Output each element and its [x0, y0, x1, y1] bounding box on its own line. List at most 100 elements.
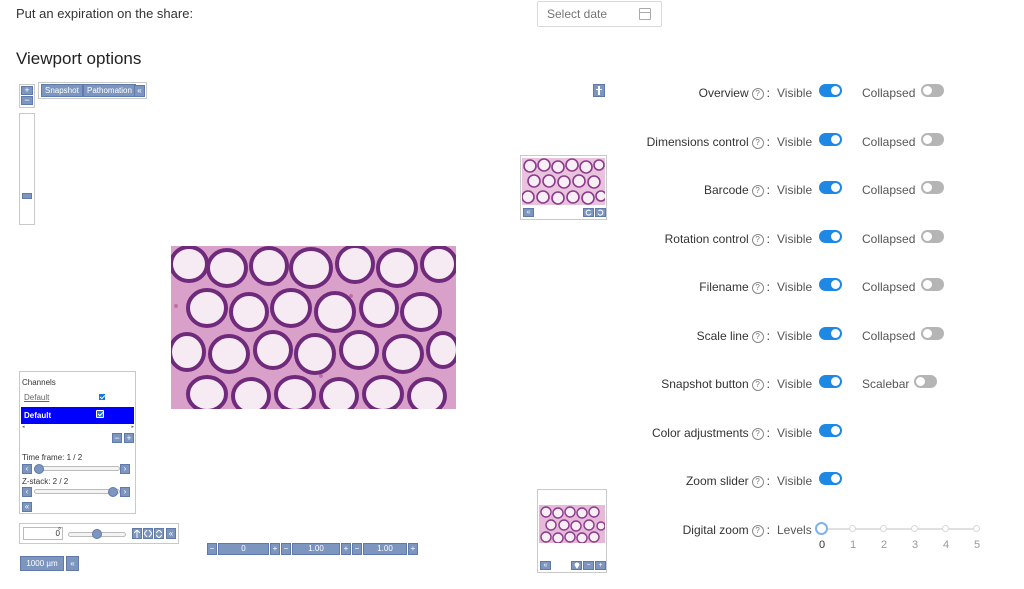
overview-thumbnail[interactable]	[522, 158, 605, 205]
level-dot[interactable]	[942, 525, 949, 532]
option-label-snapshot-button: Snapshot button?:	[661, 377, 770, 391]
help-icon[interactable]: ?	[751, 88, 764, 100]
help-icon[interactable]: ?	[751, 476, 764, 488]
gamma-minus-button[interactable]: −	[352, 543, 362, 555]
levels-slider[interactable]	[822, 525, 980, 532]
channel-row-selected[interactable]: Default	[21, 407, 134, 424]
contrast-value[interactable]: 1.00	[292, 543, 340, 555]
barcode-collapsed-toggle[interactable]	[921, 181, 944, 194]
time-frame-thumb[interactable]	[34, 464, 44, 474]
channel-add-button[interactable]: +	[124, 433, 134, 443]
option-label-zoom-slider: Zoom slider?:	[685, 474, 770, 488]
barcode-zoom-in-button[interactable]: +	[595, 561, 606, 570]
z-stack-thumb[interactable]	[108, 487, 118, 497]
snapshot-button-scalebar-toggle[interactable]	[914, 375, 937, 388]
zoom-slider-thumb[interactable]	[22, 193, 32, 199]
contrast-minus-button[interactable]: −	[281, 543, 291, 555]
date-input[interactable]	[547, 7, 637, 21]
rotation-collapse-button[interactable]: «	[166, 528, 176, 539]
level-dot[interactable]	[849, 525, 856, 532]
help-icon[interactable]: ?	[751, 234, 764, 246]
barcode-zoom-out-button[interactable]: −	[583, 561, 594, 570]
zoom-buttons: + −	[19, 84, 35, 108]
rotation-reset-button[interactable]	[132, 528, 142, 539]
zoom-in-button[interactable]: +	[21, 86, 33, 95]
level-mark-1[interactable]: 1	[850, 539, 856, 551]
level-mark-3[interactable]: 3	[912, 539, 918, 551]
collapse-toolbar-button[interactable]: «	[134, 85, 145, 97]
level-mark-2[interactable]: 2	[881, 539, 887, 551]
help-icon[interactable]: ?	[751, 137, 764, 149]
expiration-label: Put an expiration on the share:	[16, 6, 194, 21]
filename-visible-toggle[interactable]	[819, 278, 842, 291]
level-dot[interactable]	[973, 525, 980, 532]
help-icon[interactable]: ?	[751, 525, 764, 537]
overview-visible-toggle[interactable]	[819, 84, 842, 97]
level-dot[interactable]	[880, 525, 887, 532]
overview-collapse-button[interactable]: «	[523, 208, 534, 217]
scale-line-collapsed-toggle[interactable]	[921, 327, 944, 340]
slide-image[interactable]	[171, 246, 456, 409]
option-name: Color adjustments	[651, 426, 749, 440]
level-mark-5[interactable]: 5	[974, 539, 980, 551]
barcode-collapse-button[interactable]: «	[540, 561, 551, 570]
rotation-slider-thumb[interactable]	[92, 529, 102, 539]
option-name: Barcode	[703, 183, 749, 197]
barcode-thumbnail[interactable]	[539, 505, 605, 543]
visible-label: Visible	[777, 183, 813, 197]
scale-bar-collapse-button[interactable]: «	[66, 556, 79, 571]
flip-horizontal-button[interactable]	[143, 528, 153, 539]
help-icon[interactable]: ?	[751, 282, 764, 294]
time-frame-slider[interactable]	[34, 466, 120, 471]
color-adjustments-visible-toggle[interactable]	[819, 424, 842, 437]
channel-checkbox[interactable]	[96, 410, 104, 418]
contrast-plus-button[interactable]: +	[341, 543, 351, 555]
brightness-plus-button[interactable]: +	[270, 543, 280, 555]
flip-vertical-button[interactable]	[154, 528, 164, 539]
help-icon[interactable]: ?	[751, 331, 764, 343]
channel-row[interactable]: Default	[21, 390, 134, 404]
rotation-control-collapsed-toggle[interactable]	[921, 230, 944, 243]
scale-line-visible-toggle[interactable]	[819, 327, 842, 340]
filename-collapsed-toggle[interactable]	[921, 278, 944, 291]
rotation-input[interactable]: 0	[23, 527, 63, 540]
zoom-out-button[interactable]: −	[21, 96, 33, 105]
brightness-minus-button[interactable]: −	[207, 543, 217, 555]
channel-checkbox[interactable]	[98, 393, 106, 401]
level-dot[interactable]	[911, 525, 918, 532]
overview-collapsed-toggle[interactable]	[921, 84, 944, 97]
channels-collapse-button[interactable]: «	[22, 502, 32, 512]
level-mark-4[interactable]: 4	[943, 539, 949, 551]
snapshot-button-visible-toggle[interactable]	[819, 375, 842, 388]
barcode-toggle-button[interactable]	[593, 84, 605, 97]
location-pin-button[interactable]	[571, 561, 582, 570]
time-next-button[interactable]: ›	[120, 464, 130, 474]
option-label-rotation-control: Rotation control?:	[664, 232, 770, 246]
dimensions-control-collapsed-toggle[interactable]	[921, 133, 944, 146]
dimensions-control-visible-toggle[interactable]	[819, 133, 842, 146]
channel-remove-button[interactable]: −	[112, 433, 122, 443]
brightness-value[interactable]: 0	[218, 543, 269, 555]
gamma-value[interactable]: 1.00	[363, 543, 407, 555]
overview-rotate-right-button[interactable]	[595, 208, 606, 217]
gamma-plus-button[interactable]: +	[408, 543, 418, 555]
z-prev-button[interactable]: ‹	[22, 487, 32, 497]
pathomation-button[interactable]: Pathomation	[83, 84, 136, 97]
help-icon[interactable]: ?	[751, 379, 764, 391]
date-picker[interactable]	[537, 1, 662, 27]
levels-slider-handle[interactable]	[815, 522, 828, 535]
z-next-button[interactable]: ›	[120, 487, 130, 497]
overview-rotate-left-button[interactable]	[583, 208, 594, 217]
calendar-icon	[639, 8, 651, 20]
barcode-visible-toggle[interactable]	[819, 181, 842, 194]
snapshot-button[interactable]: Snapshot	[41, 84, 83, 97]
rotation-control-visible-toggle[interactable]	[819, 230, 842, 243]
overview-panel[interactable]: «	[520, 155, 607, 220]
help-icon[interactable]: ?	[751, 185, 764, 197]
barcode-panel[interactable]: « − +	[537, 489, 607, 573]
help-icon[interactable]: ?	[751, 428, 764, 440]
time-prev-button[interactable]: ‹	[22, 464, 32, 474]
zoom-slider[interactable]	[19, 113, 35, 225]
level-mark-0[interactable]: 0	[819, 539, 825, 551]
zoom-slider-visible-toggle[interactable]	[819, 472, 842, 485]
